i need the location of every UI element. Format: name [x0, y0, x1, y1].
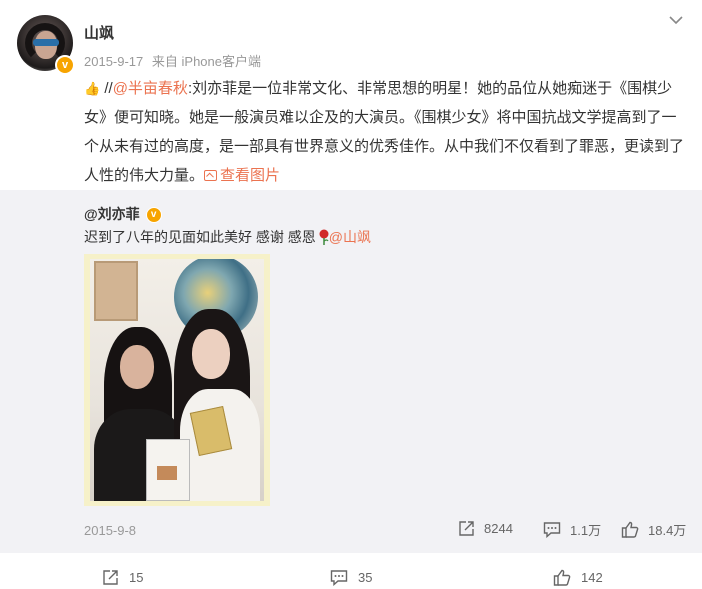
- comment-icon: [330, 570, 348, 586]
- chevron-down-icon[interactable]: [668, 14, 684, 26]
- share-icon: [103, 570, 118, 585]
- rose-emoji-icon: [319, 229, 329, 245]
- repost-username[interactable]: @刘亦菲 v: [84, 204, 162, 224]
- comment-icon: [543, 522, 561, 538]
- post-meta: 2015-9-17 来自 iPhone客户端: [84, 51, 261, 70]
- verified-badge-icon: v: [145, 207, 162, 224]
- post-source: 来自 iPhone客户端: [151, 54, 261, 69]
- action-bar: 15 35 142: [0, 553, 702, 589]
- thumbs-up-icon: [553, 569, 571, 586]
- repost-prefix: //: [104, 80, 113, 97]
- comment-button[interactable]: 35: [330, 569, 372, 586]
- share-button[interactable]: 15: [102, 569, 143, 586]
- like-button[interactable]: 142: [553, 569, 603, 586]
- repost-comment-button[interactable]: 1.1万: [543, 520, 601, 539]
- repost-date: 2015-9-8: [84, 523, 137, 538]
- thumbs-up-emoji-icon: 👍: [84, 81, 101, 96]
- post-date: 2015-9-17: [84, 54, 144, 69]
- thumbs-up-icon: [621, 521, 639, 538]
- repost-share-button[interactable]: 8244: [458, 520, 513, 537]
- mention-link[interactable]: @半亩春秋: [113, 80, 188, 97]
- verified-badge-icon: v: [55, 55, 75, 75]
- picture-icon: [204, 170, 218, 181]
- post-username[interactable]: 山飒: [84, 22, 114, 43]
- view-pictures-link[interactable]: 查看图片: [204, 167, 280, 184]
- repost-mention-link[interactable]: @山飒: [329, 229, 371, 245]
- reposted-weibo[interactable]: @刘亦菲 v 迟到了八年的见面如此美好 感谢 感恩 @山飒 2015-9-8 824…: [0, 190, 702, 553]
- repost-like-button[interactable]: 18.4万: [621, 520, 686, 539]
- post-text: 👍 //@半亩春秋:刘亦菲是一位非常文化、非常思想的明星！她的品位从她痴迷于《围…: [84, 74, 689, 190]
- share-icon: [459, 521, 474, 536]
- repost-photo[interactable]: [84, 254, 270, 506]
- repost-text: 迟到了八年的见面如此美好 感谢 感恩 @山飒: [84, 229, 371, 245]
